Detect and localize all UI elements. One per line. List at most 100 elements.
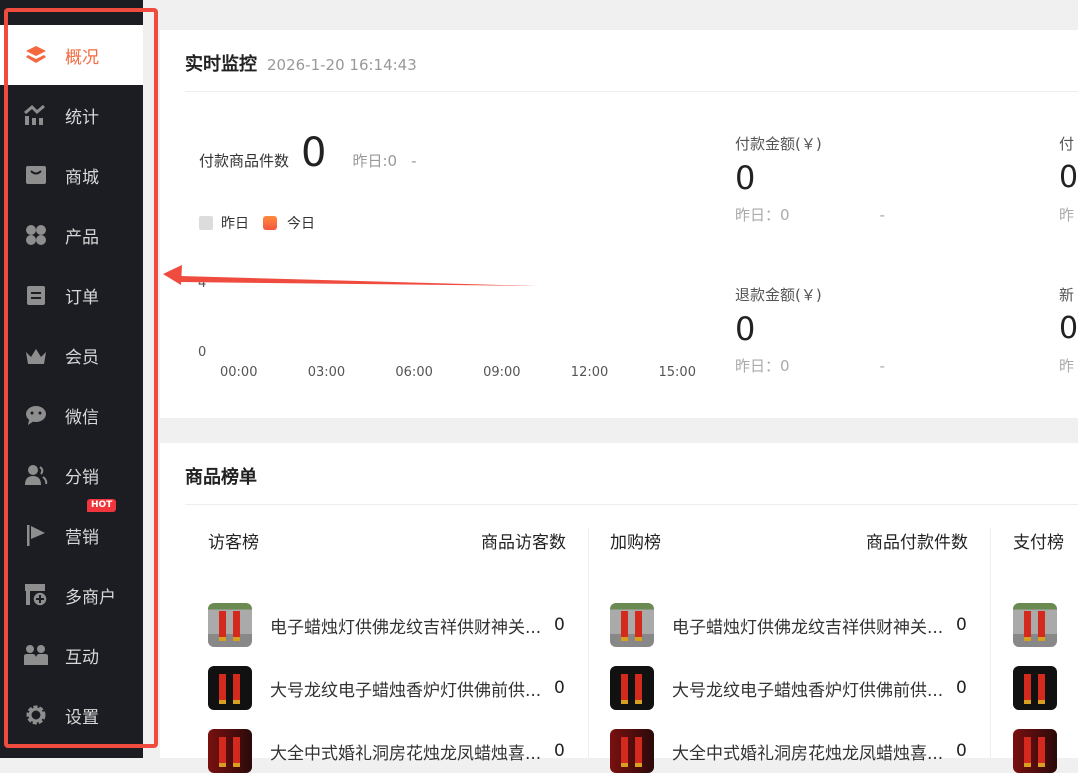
product-value: 0 [554, 615, 565, 635]
bag-icon [24, 163, 48, 187]
sidebar-item-0[interactable]: 概况 [0, 25, 143, 85]
x-tick: 03:00 [307, 365, 346, 380]
product-thumbnail [1013, 729, 1057, 773]
chart-icon [24, 103, 48, 127]
sidebar-item-7[interactable]: 分销 [0, 445, 143, 505]
product-thumbnail [1013, 666, 1057, 710]
sidebar-item-11[interactable]: 设置 [0, 685, 143, 745]
x-tick: 00:00 [220, 365, 258, 380]
legend-swatch-today [263, 216, 277, 230]
product-name: 大号龙纹电子蜡烛香炉灯供佛前供... [672, 680, 944, 701]
sidebar-item-8[interactable]: 营销 HOT [0, 499, 143, 565]
product-thumbnail [610, 603, 654, 647]
ranking-column-0: 访客榜 商品访客数 电子蜡烛灯供佛龙纹吉祥供财神关... 0 大号龙纹电子蜡烛香炉灯供佛… [208, 528, 588, 773]
sidebar-item-label: 微信 [65, 407, 99, 428]
main-metric: 付款商品件数 0 昨日:0 - [199, 130, 417, 176]
sidebar-item-label: 统计 [65, 107, 99, 128]
x-tick: 15:00 [658, 365, 696, 380]
product-value: 0 [956, 741, 967, 761]
metric-col3-top: 付 0 昨 [1059, 135, 1078, 224]
metric-refund-amount: 退款金额(￥) 0 昨日：0- [735, 286, 885, 375]
store-icon [24, 583, 48, 607]
ranking-column-2: 支付榜 [1013, 528, 1073, 773]
sidebar-item-label: 互动 [65, 647, 99, 668]
product-name: 大全中式婚礼洞房花烛龙凤蜡烛喜... [270, 743, 542, 764]
list-item[interactable] [1013, 666, 1057, 710]
product-name: 电子蜡烛灯供佛龙纹吉祥供财神关... [270, 617, 542, 638]
product-value: 0 [554, 741, 565, 761]
list-item[interactable] [1013, 603, 1057, 647]
list-item[interactable]: 大全中式婚礼洞房花烛龙凤蜡烛喜... 0 [610, 729, 970, 773]
y-tick: 0 [198, 345, 207, 360]
sidebar: 概况统计商城产品订单会员微信分销营销 HOT 多商户互动设置 [0, 0, 143, 758]
sidebar-item-4[interactable]: 订单 [0, 265, 143, 325]
product-thumbnail [208, 603, 252, 647]
legend-swatch-yesterday [199, 216, 213, 230]
clipboard-icon [24, 283, 48, 307]
wechat-icon [24, 403, 48, 427]
sidebar-item-label: 营销 [65, 527, 99, 548]
x-tick: 06:00 [395, 365, 433, 380]
divider [185, 91, 1078, 92]
realtime-monitor-card: 实时监控 2026-1-20 16:14:43 付款商品件数 0 昨日:0 - 昨… [160, 30, 1078, 418]
column-divider [990, 528, 991, 758]
product-thumbnail [208, 666, 252, 710]
divider [185, 504, 1078, 505]
sidebar-item-1[interactable]: 统计 [0, 85, 143, 145]
product-value: 0 [554, 678, 565, 698]
y-tick: 4 [198, 276, 207, 291]
sidebar-item-3[interactable]: 产品 [0, 205, 143, 265]
sidebar-item-label: 商城 [65, 167, 99, 188]
crown-icon [24, 343, 48, 367]
x-tick: 12:00 [570, 365, 609, 380]
column-title: 支付榜 [1013, 533, 1064, 553]
section-title: 商品榜单 [185, 467, 257, 488]
product-name: 大全中式婚礼洞房花烛龙凤蜡烛喜... [672, 743, 944, 764]
column-title: 访客榜 [208, 533, 259, 553]
main-value: 0 [301, 130, 327, 176]
sidebar-item-6[interactable]: 微信 [0, 385, 143, 445]
list-item[interactable]: 大号龙纹电子蜡烛香炉灯供佛前供... 0 [610, 666, 970, 710]
people-icon [24, 643, 48, 667]
product-value: 0 [956, 678, 967, 698]
sidebar-item-5[interactable]: 会员 [0, 325, 143, 385]
list-item[interactable]: 大全中式婚礼洞房花烛龙凤蜡烛喜... 0 [208, 729, 568, 773]
product-value: 0 [956, 615, 967, 635]
metric-paid-amount: 付款金额(￥) 0 昨日：0- [735, 135, 885, 224]
sidebar-item-label: 概况 [65, 47, 99, 68]
gear-icon [24, 703, 48, 727]
product-thumbnail [610, 666, 654, 710]
layers-icon [24, 43, 48, 67]
sidebar-item-10[interactable]: 互动 [0, 625, 143, 685]
timestamp: 2026-1-20 16:14:43 [267, 56, 417, 74]
product-name: 电子蜡烛灯供佛龙纹吉祥供财神关... [672, 617, 944, 638]
sidebar-item-label: 产品 [65, 227, 99, 248]
sidebar-item-2[interactable]: 商城 [0, 145, 143, 205]
page-title: 实时监控 2026-1-20 16:14:43 [185, 54, 417, 75]
sidebar-item-label: 订单 [65, 287, 99, 308]
sidebar-item-label: 会员 [65, 347, 99, 368]
ranking-column-1: 加购榜 商品付款件数 电子蜡烛灯供佛龙纹吉祥供财神关... 0 大号龙纹电子蜡烛香炉灯供… [610, 528, 990, 773]
list-item[interactable]: 电子蜡烛灯供佛龙纹吉祥供财神关... 0 [208, 603, 568, 647]
product-thumbnail [1013, 603, 1057, 647]
sidebar-item-label: 多商户 [65, 587, 116, 608]
column-metric: 商品访客数 [481, 533, 566, 553]
sidebar-item-9[interactable]: 多商户 [0, 565, 143, 625]
list-item[interactable] [1013, 729, 1057, 773]
sidebar-item-label: 设置 [65, 707, 99, 728]
grid-icon [24, 223, 48, 247]
column-metric: 商品付款件数 [866, 533, 968, 553]
column-title: 加购榜 [610, 533, 661, 553]
metric-col3-bottom: 新 0 昨 [1059, 286, 1078, 375]
sidebar-logo-area [0, 0, 143, 25]
hot-badge: HOT [87, 499, 117, 512]
product-name: 大号龙纹电子蜡烛香炉灯供佛前供... [270, 680, 542, 701]
list-item[interactable]: 大号龙纹电子蜡烛香炉灯供佛前供... 0 [208, 666, 568, 710]
users-icon [24, 463, 48, 487]
sidebar-item-label: 分销 [65, 467, 99, 488]
x-tick: 09:00 [483, 365, 521, 380]
list-item[interactable]: 电子蜡烛灯供佛龙纹吉祥供财神关... 0 [610, 603, 970, 647]
product-thumbnail [208, 729, 252, 773]
chart-legend: 昨日 今日 [199, 213, 315, 233]
column-divider [588, 528, 589, 758]
